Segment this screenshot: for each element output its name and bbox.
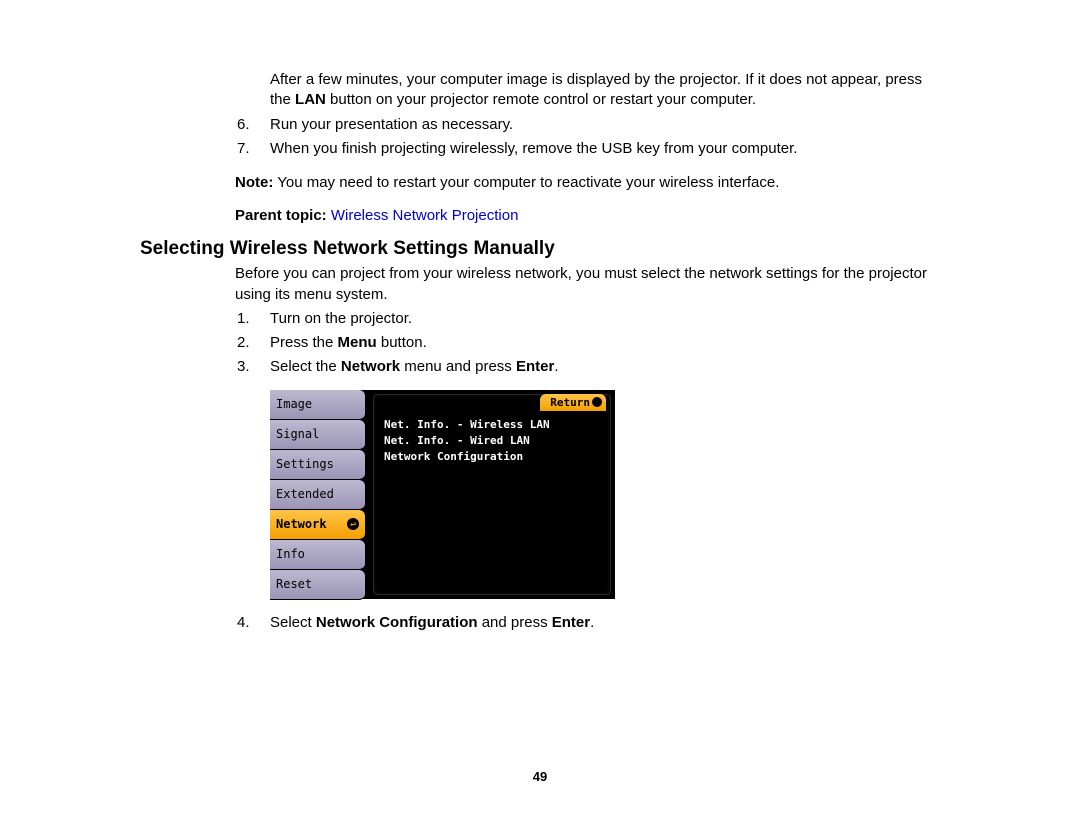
menu-tab-settings: Settings (270, 450, 365, 480)
menu-option: Network Configuration (374, 449, 550, 465)
paragraph-continuation: After a few minutes, your computer image… (270, 70, 940, 111)
list-item-1: 1. Turn on the projector. (237, 309, 940, 329)
menu-tab-extended: Extended (270, 480, 365, 510)
note-block: Note: You may need to restart your compu… (235, 173, 940, 193)
page-content: After a few minutes, your computer image… (0, 0, 1080, 633)
menu-option: Net. Info. - Wired LAN (374, 433, 550, 449)
parent-topic-link[interactable]: Wireless Network Projection (331, 207, 519, 224)
list-item-4: 4. Select Network Configuration and pres… (237, 613, 940, 633)
menu-tab-info: Info (270, 540, 365, 570)
list-item-2: 2. Press the Menu button. (237, 333, 940, 353)
projector-menu-screenshot: Image Signal Settings Extended Network ↵… (270, 390, 615, 599)
menu-panel: Return Net. Info. - Wireless LAN Net. In… (373, 394, 611, 595)
menu-tab-image: Image (270, 390, 365, 420)
menu-sidebar: Image Signal Settings Extended Network ↵… (270, 390, 365, 600)
list-item-6: 6. Run your presentation as necessary. (237, 115, 940, 135)
list-item-7: 7. When you finish projecting wirelessly… (237, 139, 940, 159)
parent-topic: Parent topic: Wireless Network Projectio… (235, 207, 940, 224)
menu-option: Net. Info. - Wireless LAN (374, 417, 550, 433)
menu-tab-signal: Signal (270, 420, 365, 450)
section-heading: Selecting Wireless Network Settings Manu… (140, 238, 940, 260)
menu-tab-network: Network ↵ (270, 510, 365, 540)
return-button: Return (540, 394, 606, 411)
section-intro: Before you can project from your wireles… (235, 264, 940, 305)
list-item-3: 3. Select the Network menu and press Ent… (237, 357, 940, 377)
menu-tab-reset: Reset (270, 570, 365, 600)
page-number: 49 (0, 769, 1080, 784)
enter-icon: ↵ (347, 518, 359, 530)
